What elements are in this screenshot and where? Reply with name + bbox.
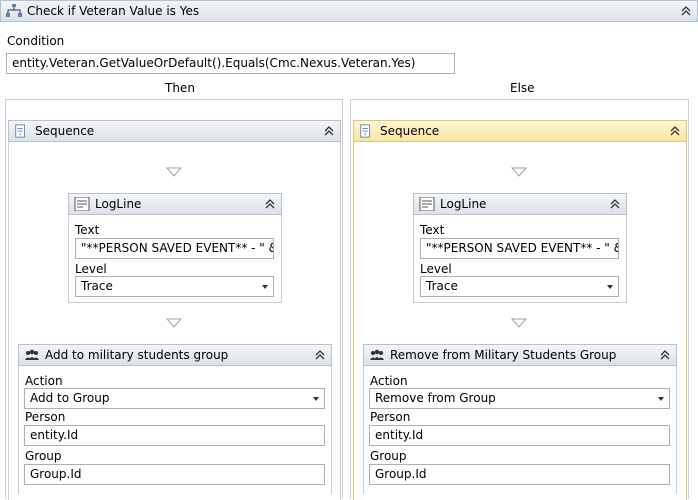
collapse-chevron-icon[interactable] — [669, 125, 681, 137]
collapse-chevron-icon[interactable] — [314, 349, 326, 361]
else-logline-level-value: Trace — [426, 279, 458, 293]
chevron-down-icon — [658, 397, 664, 401]
collapse-chevron-icon[interactable] — [609, 198, 621, 210]
then-logline-header[interactable]: LogLine — [68, 193, 282, 215]
condition-input[interactable]: entity.Veteran.GetValueOrDefault().Equal… — [6, 53, 455, 74]
then-logline-level-value: Trace — [81, 279, 113, 293]
else-logline-text-label: Text — [420, 223, 445, 237]
drop-arrow-icon — [166, 318, 182, 328]
then-action-value: Add to Group — [30, 391, 110, 405]
then-group-input[interactable]: Group.Id — [24, 464, 325, 485]
else-logline-header[interactable]: LogLine — [413, 193, 627, 215]
collapse-chevron-icon[interactable] — [680, 5, 692, 17]
drop-arrow-icon — [511, 318, 527, 328]
chevron-down-icon — [313, 397, 319, 401]
then-logline-text-input[interactable]: "**PERSON SAVED EVENT** - " & er — [75, 238, 274, 259]
else-logline-level-select[interactable]: Trace — [420, 276, 619, 297]
else-logline-text-input[interactable]: "**PERSON SAVED EVENT** - " & er — [420, 238, 619, 259]
logline-icon — [74, 197, 90, 211]
logline-icon — [419, 197, 435, 211]
else-group-label: Group — [370, 449, 407, 463]
else-sequence-header[interactable]: Sequence — [353, 120, 687, 142]
if-activity-header[interactable]: Check if Veteran Value is Yes — [0, 0, 698, 22]
chevron-down-icon — [262, 285, 268, 289]
sequence-icon — [15, 124, 25, 138]
else-action-value: Remove from Group — [375, 391, 496, 405]
condition-label: Condition — [7, 34, 65, 48]
then-action-label: Action — [25, 374, 63, 388]
else-group-activity-header[interactable]: Remove from Military Students Group — [363, 344, 677, 366]
group-users-icon — [25, 349, 39, 360]
group-users-icon — [370, 349, 384, 360]
drop-arrow-icon — [511, 167, 527, 177]
else-logline-title: LogLine — [440, 197, 487, 211]
if-activity-icon — [6, 4, 22, 17]
then-group-activity-title: Add to military students group — [45, 348, 229, 362]
then-sequence-header[interactable]: Sequence — [8, 120, 341, 142]
chevron-down-icon — [607, 285, 613, 289]
else-action-label: Action — [370, 374, 408, 388]
else-person-label: Person — [370, 410, 411, 424]
else-action-select[interactable]: Remove from Group — [369, 388, 670, 409]
then-label: Then — [165, 81, 195, 95]
else-label: Else — [510, 81, 535, 95]
then-group-activity-header[interactable]: Add to military students group — [18, 344, 332, 366]
collapse-chevron-icon[interactable] — [659, 349, 671, 361]
else-group-input[interactable]: Group.Id — [369, 464, 670, 485]
then-person-label: Person — [25, 410, 66, 424]
collapse-chevron-icon[interactable] — [323, 125, 335, 137]
else-sequence-title: Sequence — [380, 124, 440, 138]
drop-arrow-icon — [166, 167, 182, 177]
else-person-input[interactable]: entity.Id — [369, 425, 670, 446]
then-logline-level-select[interactable]: Trace — [75, 276, 274, 297]
then-person-input[interactable]: entity.Id — [24, 425, 325, 446]
then-logline-title: LogLine — [95, 197, 142, 211]
if-activity-title: Check if Veteran Value is Yes — [27, 4, 200, 18]
collapse-chevron-icon[interactable] — [264, 198, 276, 210]
then-action-select[interactable]: Add to Group — [24, 388, 325, 409]
then-group-label: Group — [25, 449, 62, 463]
else-logline-level-label: Level — [420, 262, 452, 276]
sequence-icon — [360, 124, 370, 138]
then-logline-text-label: Text — [75, 223, 100, 237]
else-group-activity-title: Remove from Military Students Group — [390, 348, 617, 362]
then-logline-level-label: Level — [75, 262, 107, 276]
then-sequence-title: Sequence — [35, 124, 95, 138]
